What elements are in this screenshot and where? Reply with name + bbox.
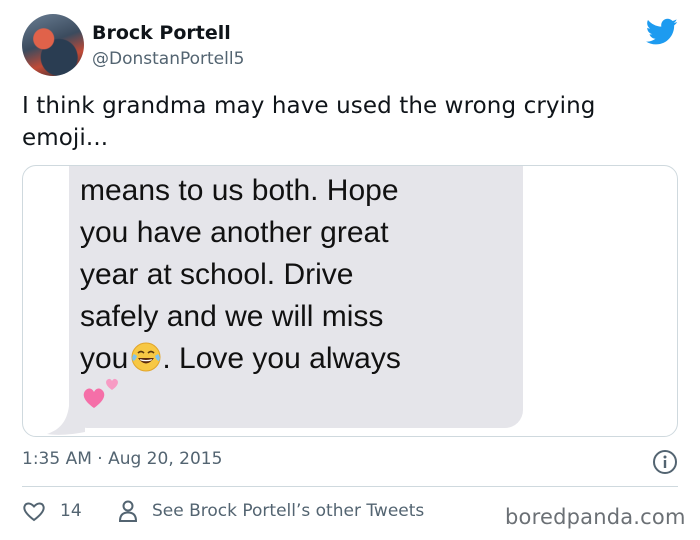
message-line: means to us both. Hope bbox=[80, 174, 399, 207]
divider bbox=[22, 486, 678, 487]
tweet-card: Brock Portell @DonstanPortell5 I think g… bbox=[0, 0, 700, 540]
tweet-timestamp[interactable]: 1:35 AM · Aug 20, 2015 bbox=[22, 449, 222, 469]
message-line: year at school. Drive bbox=[80, 258, 354, 291]
twitter-bird-icon[interactable] bbox=[646, 18, 678, 46]
author-handle[interactable]: @DonstanPortell5 bbox=[92, 49, 244, 69]
info-icon[interactable] bbox=[652, 449, 678, 475]
message-line: you have another great bbox=[80, 216, 389, 249]
author-avatar[interactable] bbox=[22, 14, 84, 76]
message-text-start: you bbox=[80, 342, 129, 375]
tweet-text: I think grandma may have used the wrong … bbox=[22, 93, 596, 151]
see-other-tweets-link[interactable]: See Brock Portell’s other Tweets bbox=[118, 498, 424, 524]
message-text: means to us both. Hope you have another … bbox=[80, 170, 500, 380]
watermark: boredpanda.com bbox=[505, 505, 686, 529]
message-line: safely and we will miss bbox=[80, 300, 384, 333]
person-icon bbox=[118, 500, 138, 522]
two-hearts-emoji-icon bbox=[83, 378, 118, 408]
heart-icon bbox=[23, 502, 45, 522]
like-count: 14 bbox=[60, 501, 82, 521]
message-bubble-tail bbox=[47, 406, 85, 435]
like-button[interactable]: 14 bbox=[22, 498, 82, 524]
tears-of-joy-emoji-icon bbox=[131, 342, 161, 372]
message-text-end: . Love you always bbox=[162, 342, 401, 375]
message-line-last: you . Love you always bbox=[80, 338, 500, 380]
author-name[interactable]: Brock Portell bbox=[92, 22, 231, 44]
see-other-tweets-label: See Brock Portell’s other Tweets bbox=[152, 501, 425, 521]
